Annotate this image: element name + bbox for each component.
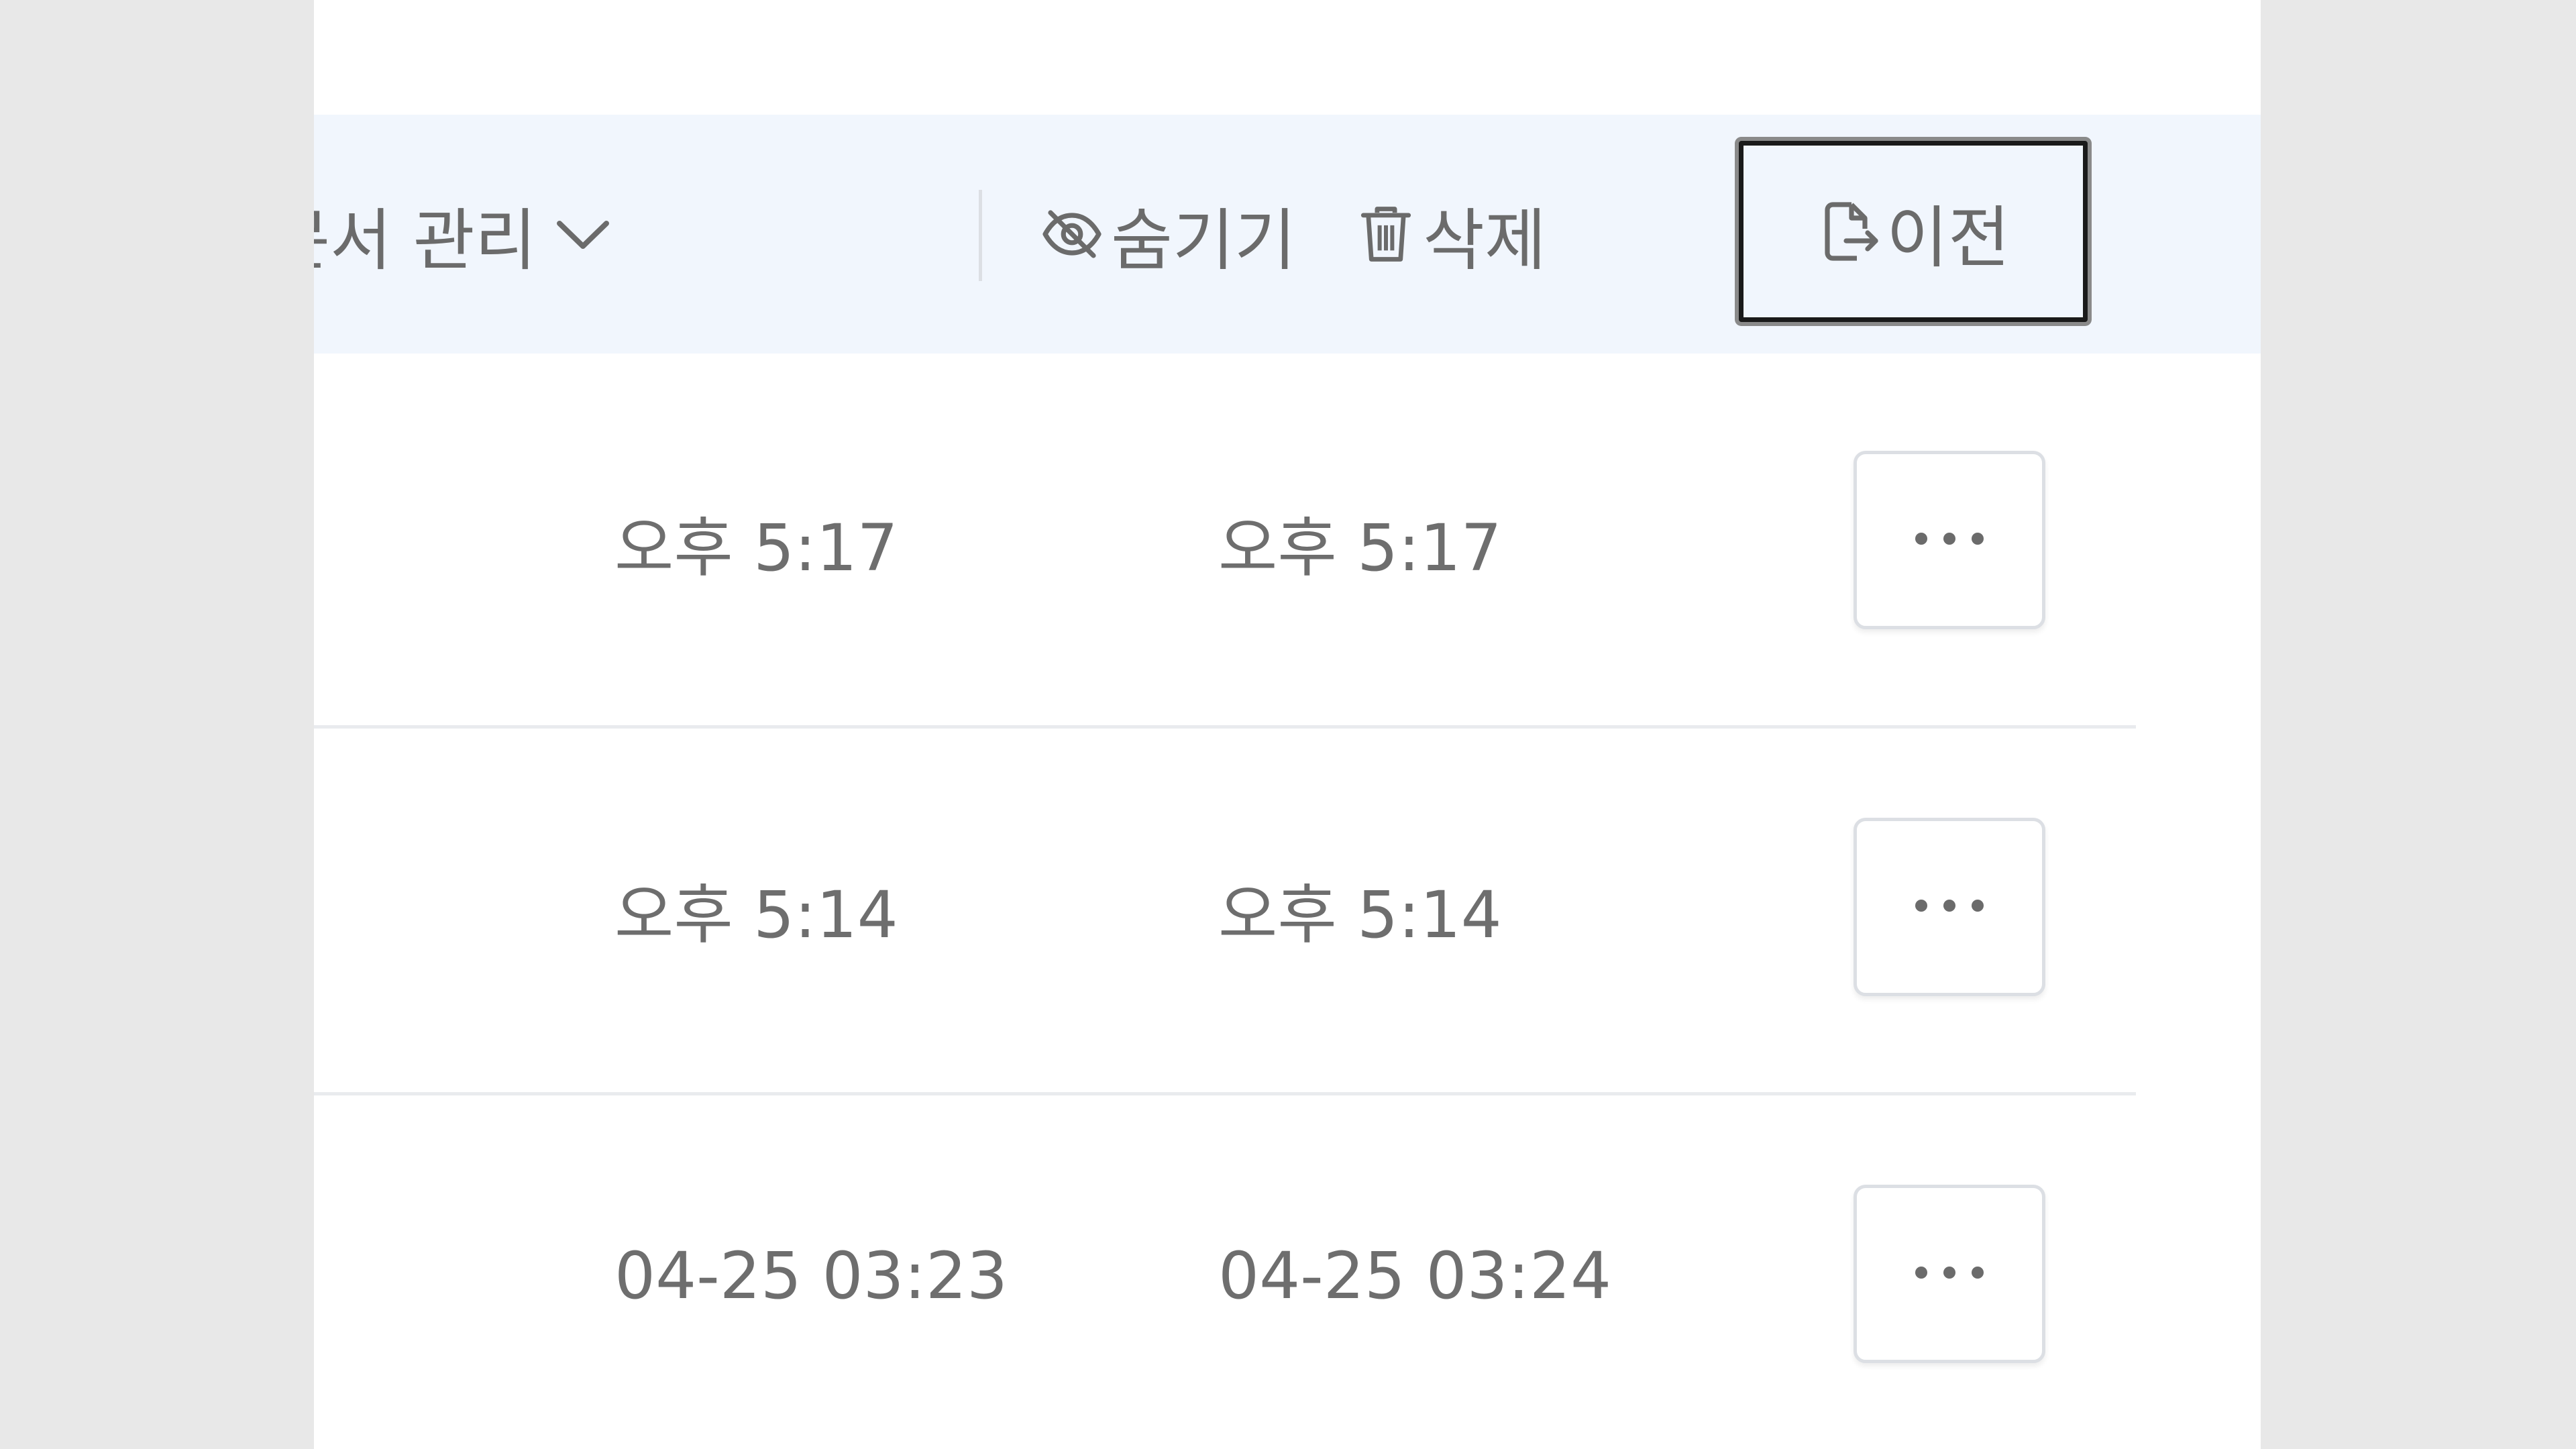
hide-button[interactable]: 숨기기 [1040,115,1296,354]
table-row[interactable]: 04-25 03:23 04-25 03:24 [314,1093,2136,1449]
more-horizontal-icon [1913,1264,1986,1284]
created-time-cell: 오후 5:17 [614,510,898,586]
hide-label: 숨기기 [1111,201,1296,280]
table-row[interactable]: 오후 5:17 오후 5:17 [314,359,2136,729]
file-export-icon [1817,198,1881,265]
document-list-panel: 문서 관리 숨기기 [314,0,2261,1449]
created-time-cell: 오후 5:14 [614,877,898,953]
toolbar-divider [979,190,982,281]
modified-time-cell: 04-25 03:24 [1218,1238,1612,1313]
document-manage-dropdown[interactable]: 문서 관리 [314,115,612,354]
delete-button[interactable]: 삭제 [1356,115,1546,354]
more-horizontal-icon [1913,530,1986,550]
trash-icon [1356,201,1416,268]
bulk-action-toolbar: 문서 관리 숨기기 [314,115,2261,354]
table-row[interactable]: 오후 5:14 오후 5:14 [314,726,2136,1095]
eye-off-icon [1040,202,1104,266]
move-label: 이전 [1886,198,2010,277]
row-more-button[interactable] [1854,451,2045,629]
delete-label: 삭제 [1423,201,1546,280]
row-more-button[interactable] [1854,1185,2045,1363]
modified-time-cell: 오후 5:14 [1218,877,1502,953]
document-manage-label: 문서 관리 [314,201,537,280]
modified-time-cell: 오후 5:17 [1218,510,1502,586]
created-time-cell: 04-25 03:23 [614,1238,1008,1313]
more-horizontal-icon [1913,897,1986,917]
row-more-button[interactable] [1854,818,2045,996]
move-button[interactable]: 이전 [1739,141,2088,322]
chevron-down-icon [554,214,612,254]
